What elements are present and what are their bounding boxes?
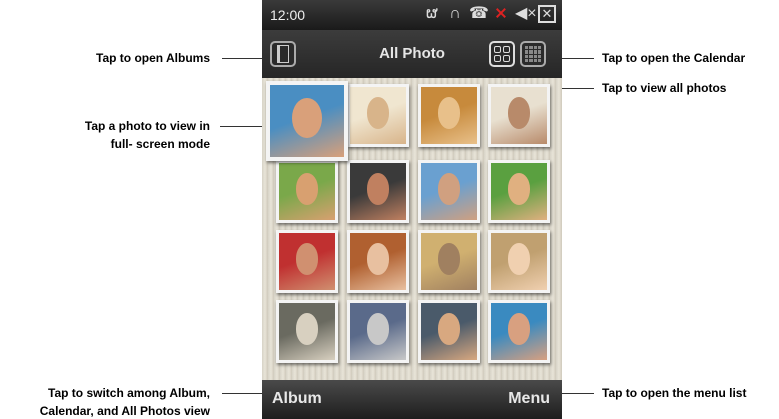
calendar-icon — [525, 46, 541, 62]
photo-grid — [262, 78, 562, 380]
soft-key-bar: Album Menu — [262, 380, 562, 419]
callout-switch-line1: Tap to switch among Album, — [48, 386, 210, 400]
leader-line-switch — [222, 393, 266, 394]
photo-subject — [366, 313, 390, 345]
callout-switch-line2: Calendar, and All Photos view — [39, 404, 210, 418]
leader-line-albums — [222, 58, 266, 59]
photo-subject — [437, 173, 461, 205]
photo-thumbnail[interactable] — [276, 160, 338, 223]
photo-thumbnail-selected[interactable] — [266, 81, 348, 161]
photo-thumbnail[interactable] — [488, 160, 550, 223]
photo-subject — [295, 313, 319, 345]
close-icon[interactable]: ✕ — [538, 5, 556, 23]
status-bar: 12:00 ຜ ∩ ☎ ⨯ ◀× ✕ — [262, 0, 562, 30]
photo-thumbnail[interactable] — [276, 300, 338, 363]
photo-subject — [295, 173, 319, 205]
photo-subject — [366, 97, 390, 129]
photo-thumbnail[interactable] — [347, 84, 409, 147]
no-signal-icon[interactable]: ⨯ — [492, 4, 510, 24]
menu-softkey[interactable]: Menu — [508, 390, 550, 408]
photo-thumbnail[interactable] — [347, 230, 409, 293]
speaker-muted-icon[interactable]: ◀× — [515, 4, 537, 24]
callout-photo-line2: full- screen mode — [110, 137, 210, 151]
grid-icon — [494, 46, 510, 62]
photo-thumbnail[interactable] — [418, 160, 480, 223]
photo-subject — [292, 97, 322, 138]
call-alert-icon[interactable]: ☎ — [469, 4, 489, 24]
callout-menu-list: Tap to open the menu list — [602, 386, 747, 400]
photo-thumbnail[interactable] — [347, 160, 409, 223]
photo-subject — [507, 243, 531, 275]
album-softkey[interactable]: Album — [272, 390, 322, 408]
photo-subject — [295, 243, 319, 275]
all-photos-button[interactable] — [489, 41, 515, 67]
photo-subject — [507, 97, 531, 129]
photo-thumbnail[interactable] — [347, 300, 409, 363]
clock: 12:00 — [270, 7, 306, 23]
photo-subject — [507, 313, 531, 345]
photo-thumbnail[interactable] — [488, 230, 550, 293]
photo-subject — [437, 313, 461, 345]
photo-thumbnail[interactable] — [488, 84, 550, 147]
callout-calendar: Tap to open the Calendar — [602, 51, 746, 65]
page-title: All Photo — [379, 45, 445, 62]
photo-subject — [437, 243, 461, 275]
photo-thumbnail[interactable] — [418, 84, 480, 147]
photo-subject — [366, 243, 390, 275]
status-icons: ຜ ∩ ☎ ⨯ ◀× ✕ — [423, 4, 556, 24]
photo-subject — [507, 173, 531, 205]
photo-subject — [366, 173, 390, 205]
title-bar: All Photo — [262, 30, 562, 79]
phone-screen: 12:00 ຜ ∩ ☎ ⨯ ◀× ✕ All Photo Album Menu — [262, 0, 562, 419]
calendar-button[interactable] — [520, 41, 546, 67]
photo-thumbnail[interactable] — [418, 230, 480, 293]
photo-thumbnail[interactable] — [276, 230, 338, 293]
headset-icon[interactable]: ∩ — [446, 4, 464, 24]
callout-albums: Tap to open Albums — [96, 51, 210, 65]
callout-all-photos: Tap to view all photos — [602, 81, 727, 95]
callout-photo-line1: Tap a photo to view in — [84, 119, 210, 133]
photo-subject — [437, 97, 461, 129]
photo-thumbnail[interactable] — [488, 300, 550, 363]
leader-line-photo — [220, 126, 266, 127]
bluetooth-icon[interactable]: ຜ — [423, 4, 441, 24]
photo-thumbnail[interactable] — [418, 300, 480, 363]
